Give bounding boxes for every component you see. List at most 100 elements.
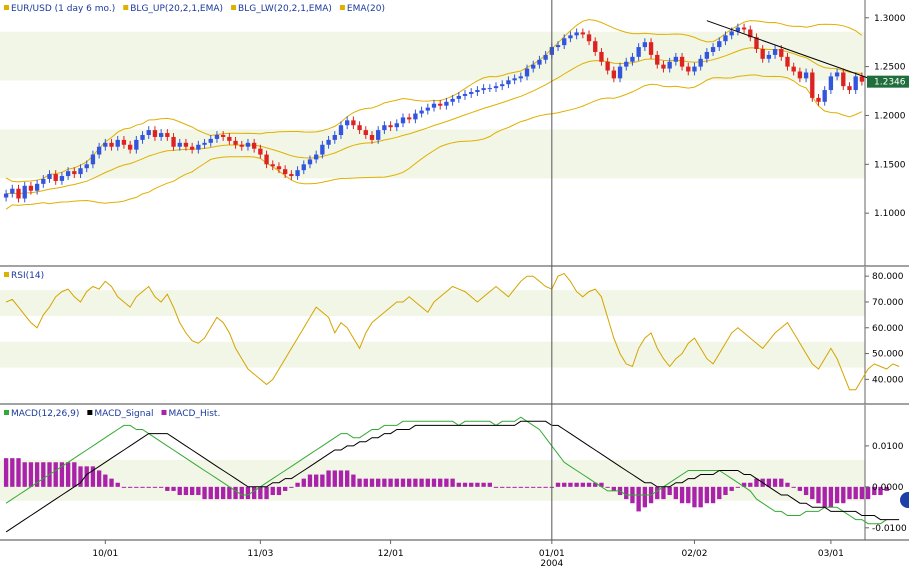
candle-body xyxy=(183,142,189,147)
macd-hist-bar xyxy=(841,486,846,504)
macd-hist-bar xyxy=(351,474,356,487)
macd-hist-bar xyxy=(810,486,815,500)
rsi-panel-bg xyxy=(0,267,865,404)
macd-hist-bar xyxy=(227,486,232,500)
candle-body xyxy=(729,31,734,36)
macd-hist-bar xyxy=(487,482,492,487)
macd-hist-bar xyxy=(121,486,127,488)
macd-hist-bar xyxy=(171,486,176,491)
macd-hist-bar xyxy=(289,486,294,488)
macd-hist-bar xyxy=(183,486,189,496)
macd-hist-bar xyxy=(41,462,46,487)
macd-hist-bar xyxy=(158,486,164,488)
macd-hist-bar xyxy=(65,462,71,487)
candle-body xyxy=(121,139,127,145)
rsi-tick-label: 80.000 xyxy=(872,272,904,282)
macd-hist-bar xyxy=(518,486,523,488)
candle-body xyxy=(258,148,263,155)
macd-hist-bar xyxy=(772,478,778,487)
macd-hist-bar xyxy=(779,478,784,487)
macd-hist-bar xyxy=(407,478,412,487)
candle-body xyxy=(586,34,592,42)
candle-body xyxy=(481,88,486,91)
candle-body xyxy=(109,142,114,147)
macd-hist-bar xyxy=(655,486,660,500)
candle-body xyxy=(667,61,672,69)
candle-body xyxy=(270,164,275,167)
macd-hist-bar xyxy=(785,482,790,487)
candle-body xyxy=(41,178,46,184)
macd-hist-bar xyxy=(388,478,393,487)
candle-body xyxy=(760,49,765,59)
candle-body xyxy=(692,66,697,72)
candle-body xyxy=(841,72,846,87)
candle-body xyxy=(177,142,182,147)
scroll-handle[interactable] xyxy=(900,492,909,508)
macd-hist-bar xyxy=(574,482,579,487)
macd-tick-label: 0.0100 xyxy=(872,442,904,452)
candle-body xyxy=(295,170,300,177)
candle-body xyxy=(543,54,548,60)
macd-hist-bar xyxy=(605,486,610,488)
macd-hist-bar xyxy=(555,482,561,487)
macd-hist-bar xyxy=(140,486,145,488)
macd-hist-bar xyxy=(500,486,505,488)
candle-body xyxy=(630,56,635,62)
candle-body xyxy=(828,76,834,91)
macd-hist-bar xyxy=(568,482,573,487)
candle-body xyxy=(171,136,176,147)
legend-label: BLG_UP(20,2,1,EMA) xyxy=(130,4,223,14)
legend-label: BLG_LW(20,2,1,EMA) xyxy=(238,4,332,14)
macd-hist-bar xyxy=(376,478,381,487)
candle-body xyxy=(16,188,21,199)
last-price-label: 1.2346 xyxy=(874,78,906,88)
candle-body xyxy=(189,146,195,150)
rsi-legend-label: RSI(14) xyxy=(11,271,44,281)
candle-body xyxy=(816,97,821,102)
macd-hist-bar xyxy=(679,486,685,504)
candle-body xyxy=(822,90,827,102)
candle-body xyxy=(376,130,381,140)
macd-legend-swatch xyxy=(4,410,9,415)
macd-hist-bar xyxy=(636,486,641,512)
price-tick-label: 1.2500 xyxy=(874,63,906,73)
macd-hist-bar xyxy=(146,486,151,488)
candle-body xyxy=(239,144,244,147)
candle-body xyxy=(282,169,288,175)
macd-hist-bar xyxy=(413,478,418,487)
macd-hist-bar xyxy=(53,462,58,487)
macd-hist-bar xyxy=(189,486,195,496)
candle-body xyxy=(202,142,207,145)
macd-hist-bar xyxy=(22,462,27,487)
candle-body xyxy=(425,107,430,111)
macd-hist-bar xyxy=(543,486,548,488)
macd-hist-bar xyxy=(642,486,648,508)
macd-hist-bar xyxy=(208,486,213,500)
candle-body xyxy=(214,135,220,139)
price-tick-label: 1.2000 xyxy=(874,111,906,121)
macd-hist-bar xyxy=(667,486,672,496)
macd-hist-bar xyxy=(115,482,120,487)
candle-body xyxy=(493,86,499,89)
macd-hist-bar xyxy=(723,486,728,496)
macd-hist-bar xyxy=(586,482,592,487)
macd-hist-bar xyxy=(233,486,238,500)
macd-hist-bar xyxy=(314,474,319,487)
macd-hist-bar xyxy=(369,478,375,487)
legend-swatch xyxy=(4,5,9,10)
candle-body xyxy=(369,135,375,140)
rsi-tick-label: 60.000 xyxy=(872,324,904,334)
candle-body xyxy=(431,103,437,108)
macd-hist-bar xyxy=(611,486,617,491)
candle-body xyxy=(65,171,71,177)
candle-body xyxy=(766,54,772,59)
candle-body xyxy=(717,41,722,48)
x-tick-label: 10/01 xyxy=(92,549,118,559)
x-tick-label: 03/01 xyxy=(818,549,844,559)
candle-body xyxy=(245,142,251,147)
macd-hist-bar xyxy=(748,482,753,487)
macd-hist-bar xyxy=(816,486,821,504)
candle-body xyxy=(450,98,455,102)
macd-hist-bar xyxy=(531,486,536,488)
macd-hist-bar xyxy=(475,482,480,487)
